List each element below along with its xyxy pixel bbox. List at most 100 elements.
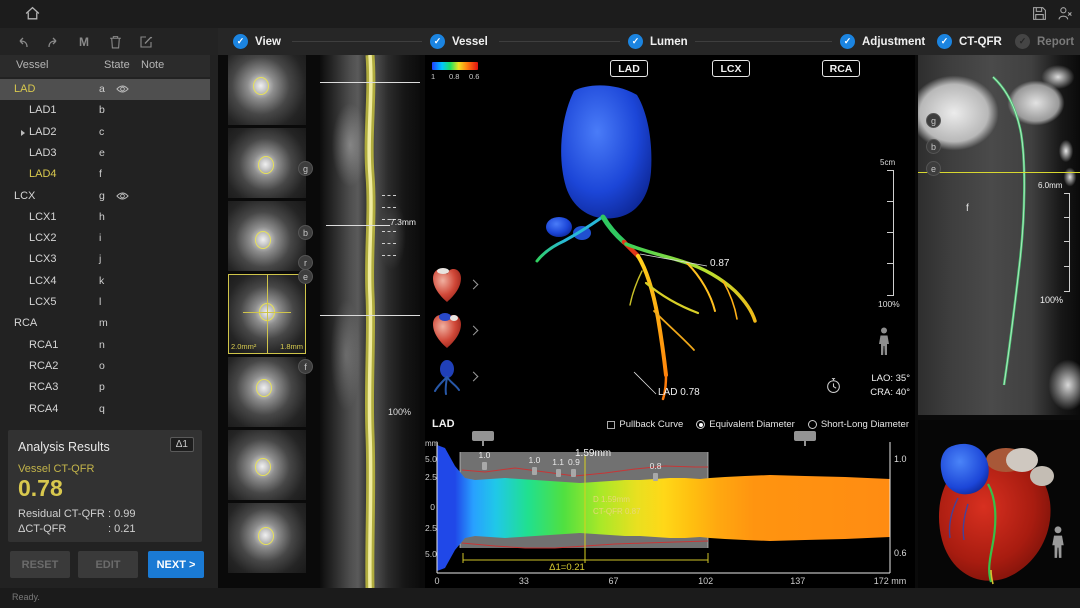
diameter-marker-pin[interactable] [653,473,658,481]
vessel-row-lad2[interactable]: LAD2c [0,122,210,143]
vessel-row-lcx2[interactable]: LCX2i [0,228,210,249]
mpr-branch-marker-e[interactable]: e [926,161,941,176]
cross-section-thumbnail-7[interactable] [228,503,306,573]
cross-section-thumbnail-3[interactable] [228,201,306,271]
straightened-cpr-view[interactable]: 7.3mm 100% [320,55,420,588]
cross-section-thumbnail-2[interactable] [228,128,306,198]
pullback-chart[interactable] [425,415,915,588]
user-exit-icon[interactable] [1058,6,1073,21]
vessel-row-rca2[interactable]: RCA2o [0,356,210,377]
next-button[interactable]: NEXT > [148,551,204,578]
vessel-row-lcx5[interactable]: LCX5l [0,292,210,313]
delta-qfr-annotation: Δ1=0.21 [517,562,617,573]
status-bar: Ready. [0,588,1080,608]
tab-lumen[interactable]: ✓Lumen [628,28,688,55]
vessel-button-rca[interactable]: RCA [822,60,860,77]
timer-clock-icon[interactable] [825,377,842,394]
expand-arrow-icon[interactable] [21,130,25,136]
cross-section-thumbnail-4[interactable]: 2.0mm²1.8mm [228,274,306,354]
cross-section-thumbnail-6[interactable] [228,430,306,500]
home-icon[interactable] [24,5,41,22]
tab-vessel[interactable]: ✓Vessel [430,28,488,55]
coronary-3d-view[interactable]: 1 0.8 0.6 LAD LCX RCA 0.87 LAD 0.78 LAO:… [425,55,915,415]
undo-icon[interactable] [14,34,30,50]
branch-marker-r[interactable]: r [298,255,313,270]
lumen-contour-ring [255,458,271,476]
tab-bar: ✓View✓Vessel✓Lumen✓Adjustment✓CT-QFR✓Rep… [218,28,1080,55]
measure-tool-button[interactable]: M [76,34,92,50]
colorbar-tick: 0.6 [469,72,479,81]
branch-marker-f[interactable]: f [298,359,313,374]
heart-volume-render[interactable] [918,420,1080,588]
vessel-name: LAD4 [29,168,57,180]
vessel-row-lcx3[interactable]: LCX3j [0,249,210,270]
heart-view-preset-3[interactable] [429,357,469,399]
diameter-marker-pin[interactable] [571,469,576,477]
redo-icon[interactable] [45,34,61,50]
vessel-row-rca1[interactable]: RCA1n [0,335,210,356]
cpr-marker-line-top[interactable] [320,82,420,83]
save-icon[interactable] [1032,6,1047,21]
tab-label: Lumen [650,36,688,48]
vessel-button-lad[interactable]: LAD [610,60,648,77]
vessel-row-lcx1[interactable]: LCX1h [0,207,210,228]
diameter-marker-pin[interactable] [556,469,561,477]
delta-badge[interactable]: Δ1 [170,437,194,452]
orientation-figure-icon [877,327,891,357]
diameter-marker-value: 1.0 [472,450,496,460]
col-state: State [104,59,130,71]
cpr-marker-line-bottom[interactable] [320,315,420,316]
reset-button[interactable]: RESET [10,551,70,578]
tab-adjustment[interactable]: ✓Adjustment [840,28,925,55]
mpr-branch-marker-g[interactable]: g [926,113,941,128]
branch-marker-e[interactable]: e [298,269,313,284]
vessel-row-lcx4[interactable]: LCX4k [0,271,210,292]
vessel-state: a [99,83,105,95]
branch-marker-b[interactable]: b [298,225,313,240]
cross-section-thumbnail-1[interactable] [228,55,306,125]
diameter-marker-pin[interactable] [482,462,487,470]
vessel-button-lcx[interactable]: LCX [712,60,750,77]
tab-report[interactable]: ✓Report [1015,28,1074,55]
cross-section-thumbnail-5[interactable] [228,357,306,427]
x-tick-label: 172 mm [870,576,910,586]
vessel-name: RCA4 [29,403,58,415]
eye-icon[interactable] [116,84,129,94]
mpr-branch-marker-b[interactable]: b [926,139,941,154]
vessel-row-lad1[interactable]: LAD1 b [0,100,210,121]
diameter-marker-pin[interactable] [532,467,537,475]
vessel-row-lcx[interactable]: LCXg [0,186,210,207]
vessel-name: LAD1 [29,104,57,116]
scale-zoom-label: 100% [878,299,900,309]
vessel-state: l [99,296,101,308]
tab-view[interactable]: ✓View [233,28,281,55]
vessel-row-rca[interactable]: RCAm [0,313,210,334]
edit-note-icon[interactable] [138,34,154,50]
right-axis-tick-label: 1.0 [894,454,907,464]
vessel-row-rca4[interactable]: RCA4q [0,399,210,420]
edit-button[interactable]: EDIT [78,551,138,578]
check-circle-icon: ✓ [233,34,248,49]
vessel-name: RCA2 [29,360,58,372]
x-tick-label: 102 [686,576,726,586]
curved-mpr-view[interactable]: gbe f 6.0mm 100% [918,55,1080,415]
ruler-tick [887,263,894,264]
vessel-row-rca3[interactable]: RCA3p [0,377,210,398]
branch-marker-g[interactable]: g [298,161,313,176]
delete-icon[interactable] [107,34,123,50]
vessel-row-lad4[interactable]: LAD4f [0,164,210,185]
heart-view-preset-2[interactable] [429,311,469,353]
vessel-row-lad3[interactable]: LAD3e [0,143,210,164]
vessel-state: b [99,104,105,116]
cpr-measure-line[interactable] [326,225,390,226]
eye-icon[interactable] [116,191,129,201]
mpr-position-line[interactable] [918,172,1080,173]
vessel-row-lad[interactable]: LADa [0,79,210,100]
lumen-contour-ring [258,527,274,545]
colorbar-tick: 1 [431,72,435,81]
stenosis-qfr-annotation: 0.87 [710,258,729,269]
tab-ct-qfr[interactable]: ✓CT-QFR [937,28,1002,55]
analysis-title: Analysis Results [18,440,110,454]
heart-view-preset-1[interactable] [429,265,469,307]
cpr-tick [382,195,396,196]
